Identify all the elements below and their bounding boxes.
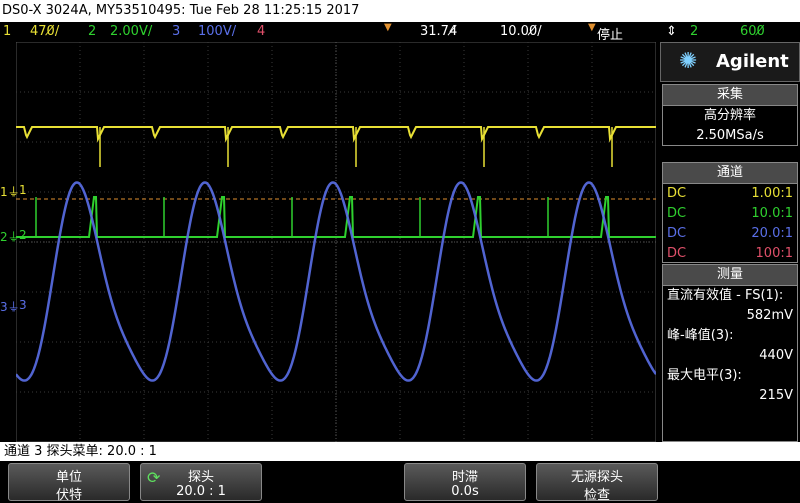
softkey-title: 探头 (187, 470, 214, 485)
softkey-value: 20.0 : 1 (176, 484, 226, 499)
measure-label-text: 峰-峰值(3): (667, 328, 734, 343)
status-line: 通道 3 探头菜单: 20.0 : 1 (0, 442, 800, 461)
time-delay[interactable]: 31.74̸ (420, 24, 457, 39)
ch2-num[interactable]: 2 (88, 24, 96, 39)
units-softkey[interactable]: 单位 伏特 (8, 463, 130, 503)
ch3-marker-label: 3 (0, 300, 8, 314)
passive-probe-softkey[interactable]: 无源探头 检查 (536, 463, 658, 503)
channel-row: DC 20.0:1 (663, 224, 797, 244)
trigger-slope-icon: ⇕ (666, 24, 677, 39)
agilent-logo-icon: ✺ (679, 49, 698, 74)
ch3-level-label: 3 (19, 298, 27, 312)
trigger-delay-marker: ▼ (384, 22, 392, 33)
measure-header: 测量 (663, 265, 797, 286)
measure-panel[interactable]: 测量 直流有效值 - FS(1): 582mV 峰-峰值(3): 440V 最大… (662, 264, 798, 442)
softkey-bar: 单位 伏特 ⟳ 探头 20.0 : 1 时滞 0.0s 无源探头 检查 (0, 461, 800, 503)
time-reference-marker: ▼ (588, 22, 596, 33)
brand-header: ✺ Agilent (660, 42, 800, 82)
softkey-title: 时滞 (451, 470, 478, 485)
skew-softkey[interactable]: 时滞 0.0s (404, 463, 526, 501)
ch1-level-label: 1 (19, 183, 27, 197)
measure-label-text: 最大电平(3): (667, 368, 742, 383)
probe-ratio: 100:1 (755, 246, 793, 261)
probe-ratio: 20.0:1 (751, 226, 793, 241)
waveform-display[interactable] (16, 42, 656, 442)
ch4-num[interactable]: 4 (257, 24, 265, 39)
softkey-value: 检查 (583, 488, 610, 503)
trigger-source[interactable]: 2 (690, 24, 698, 39)
measure-value-text: 215V (759, 388, 793, 403)
measure-value-text: 440V (759, 348, 793, 363)
side-panel: ✺ Agilent 采集 高分辨率 2.50MSa/s 通道 DC 1.00:1 … (660, 42, 800, 442)
measure-value: 440V (663, 346, 797, 366)
channel-row: DC 10.0:1 (663, 204, 797, 224)
run-state[interactable]: 停止 (597, 24, 623, 43)
softkey-title: 无源探头 (570, 470, 623, 485)
ch3-scale[interactable]: 100V/ (198, 24, 236, 39)
coupling: DC (667, 206, 687, 221)
measure-value-text: 582mV (746, 308, 793, 323)
time-scale[interactable]: 10.00̸/ (500, 24, 542, 39)
ch1-ground-marker[interactable]: 1⏚ (0, 183, 20, 200)
probe-ratio: 10.0:1 (751, 206, 793, 221)
channels-header: 通道 (663, 163, 797, 184)
ch3-num[interactable]: 3 (172, 24, 180, 39)
coupling: DC (667, 246, 687, 261)
channels-panel[interactable]: 通道 DC 1.00:1 DC 10.0:1 DC 20.0:1 DC 100:1 (662, 162, 798, 263)
channel-row: DC 1.00:1 (663, 184, 797, 204)
ch1-scale[interactable]: 470̸/ (30, 24, 59, 39)
ch3-ground-marker[interactable]: 3⏚ (0, 298, 20, 315)
softkey-value: 0.0s (451, 484, 479, 499)
probe-softkey[interactable]: ⟳ 探头 20.0 : 1 (140, 463, 262, 501)
measure-label: 直流有效值 - FS(1): (663, 286, 797, 306)
measure-value: 215V (663, 386, 797, 406)
acquire-panel[interactable]: 采集 高分辨率 2.50MSa/s (662, 84, 798, 146)
acquire-rate: 2.50MSa/s (696, 128, 764, 143)
measure-value: 582mV (663, 306, 797, 326)
ch1-marker-label: 1 (0, 185, 8, 199)
softkey-value: 伏特 (55, 488, 82, 503)
channel-status-bar: 1 470̸/ 2 2.00V/ 3 100V/ 4 ▼ 31.74̸ 10.0… (0, 22, 800, 43)
trigger-level[interactable]: 600̸ (740, 24, 765, 39)
window-title: DS0-X 3024A, MY53510495: Tue Feb 28 11:2… (0, 0, 800, 22)
probe-ratio: 1.00:1 (751, 186, 793, 201)
graticule (16, 42, 656, 442)
measure-label-text: 直流有效值 - FS(1): (667, 288, 784, 303)
coupling: DC (667, 186, 687, 201)
ch2-marker-label: 2 (0, 230, 8, 244)
ch2-ground-marker[interactable]: 2⏚ (0, 228, 20, 245)
ch1-num[interactable]: 1 (3, 24, 11, 39)
measure-label: 峰-峰值(3): (663, 326, 797, 346)
acquire-mode: 高分辨率 (703, 108, 756, 123)
measure-label: 最大电平(3): (663, 366, 797, 386)
softkey-title: 单位 (55, 470, 82, 485)
ch2-level-label: 2 (19, 228, 27, 242)
brand-name: Agilent (716, 51, 789, 72)
coupling: DC (667, 226, 687, 241)
acquire-header: 采集 (663, 85, 797, 106)
ch2-scale[interactable]: 2.00V/ (110, 24, 152, 39)
channel-row: DC 100:1 (663, 244, 797, 264)
